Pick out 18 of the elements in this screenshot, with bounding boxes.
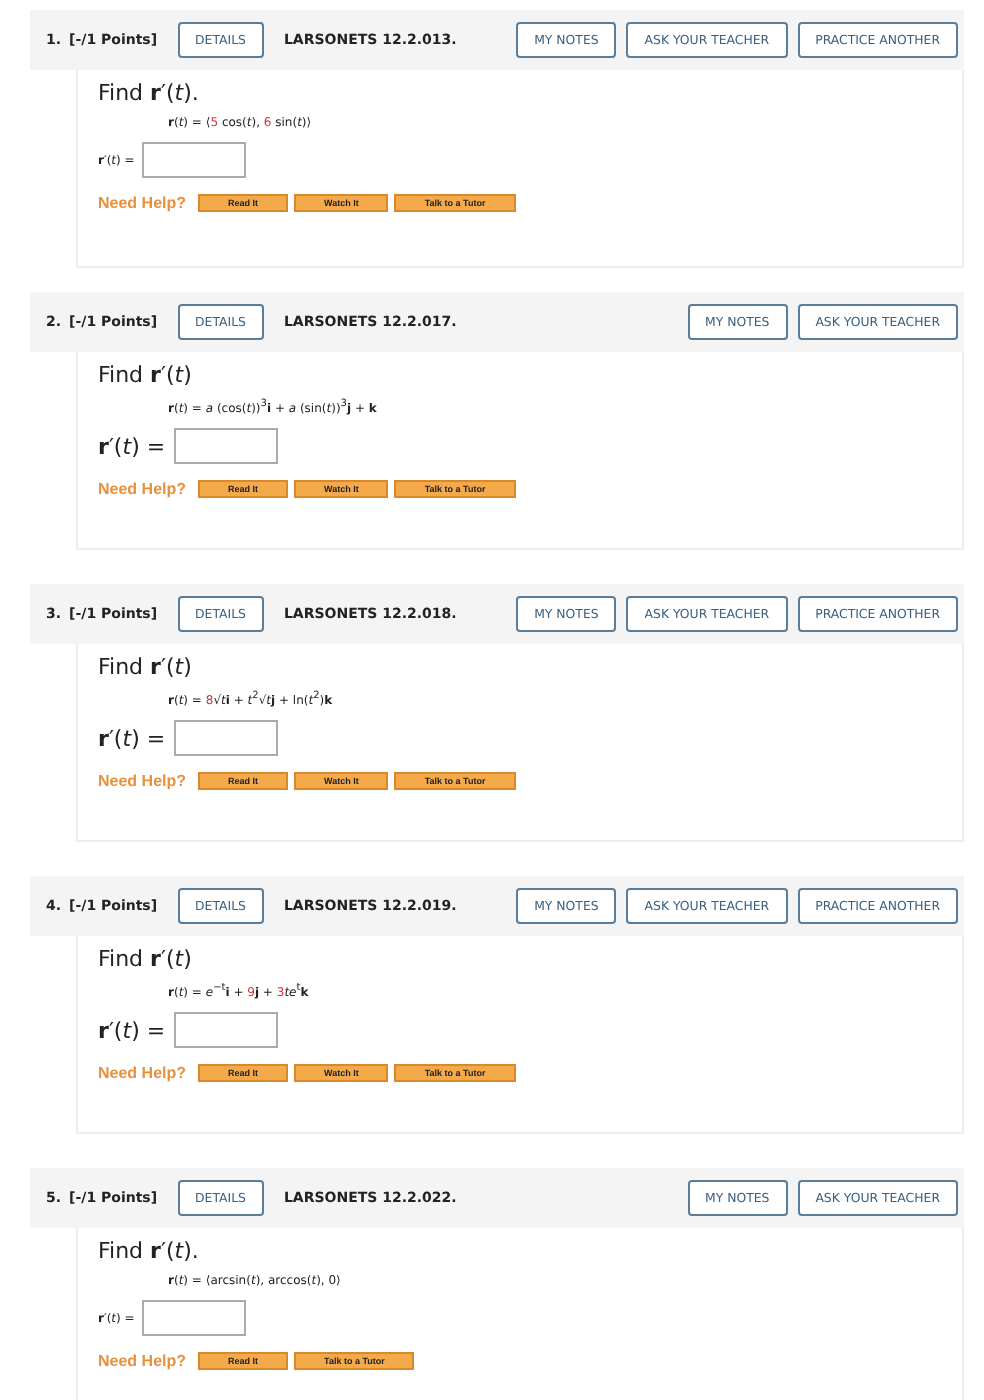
answer-field[interactable]: [142, 142, 247, 178]
need-help-label: Need Help?: [98, 480, 187, 498]
answer-field[interactable]: [142, 1300, 247, 1336]
need-help-label: Need Help?: [98, 772, 187, 790]
need-help-label: Need Help?: [98, 194, 187, 212]
question-prompt: Find r′(t).: [98, 1238, 201, 1264]
question-prompt: Find r′(t): [98, 946, 194, 972]
answer-label: r′(t) =: [98, 725, 166, 751]
question-prompt: Find r′(t): [98, 362, 194, 388]
question-prompt: Find r′(t).: [98, 80, 201, 106]
need-help-label: Need Help?: [98, 1064, 187, 1082]
answer-label: r′(t) =: [98, 433, 166, 459]
answer-field[interactable]: [173, 720, 278, 756]
answer-field[interactable]: [173, 428, 278, 464]
answer-label: r′(t) =: [98, 1017, 166, 1043]
question-prompt: Find r′(t): [98, 654, 194, 680]
need-help-label: Need Help?: [98, 1352, 187, 1370]
answer-field[interactable]: [173, 1012, 278, 1048]
